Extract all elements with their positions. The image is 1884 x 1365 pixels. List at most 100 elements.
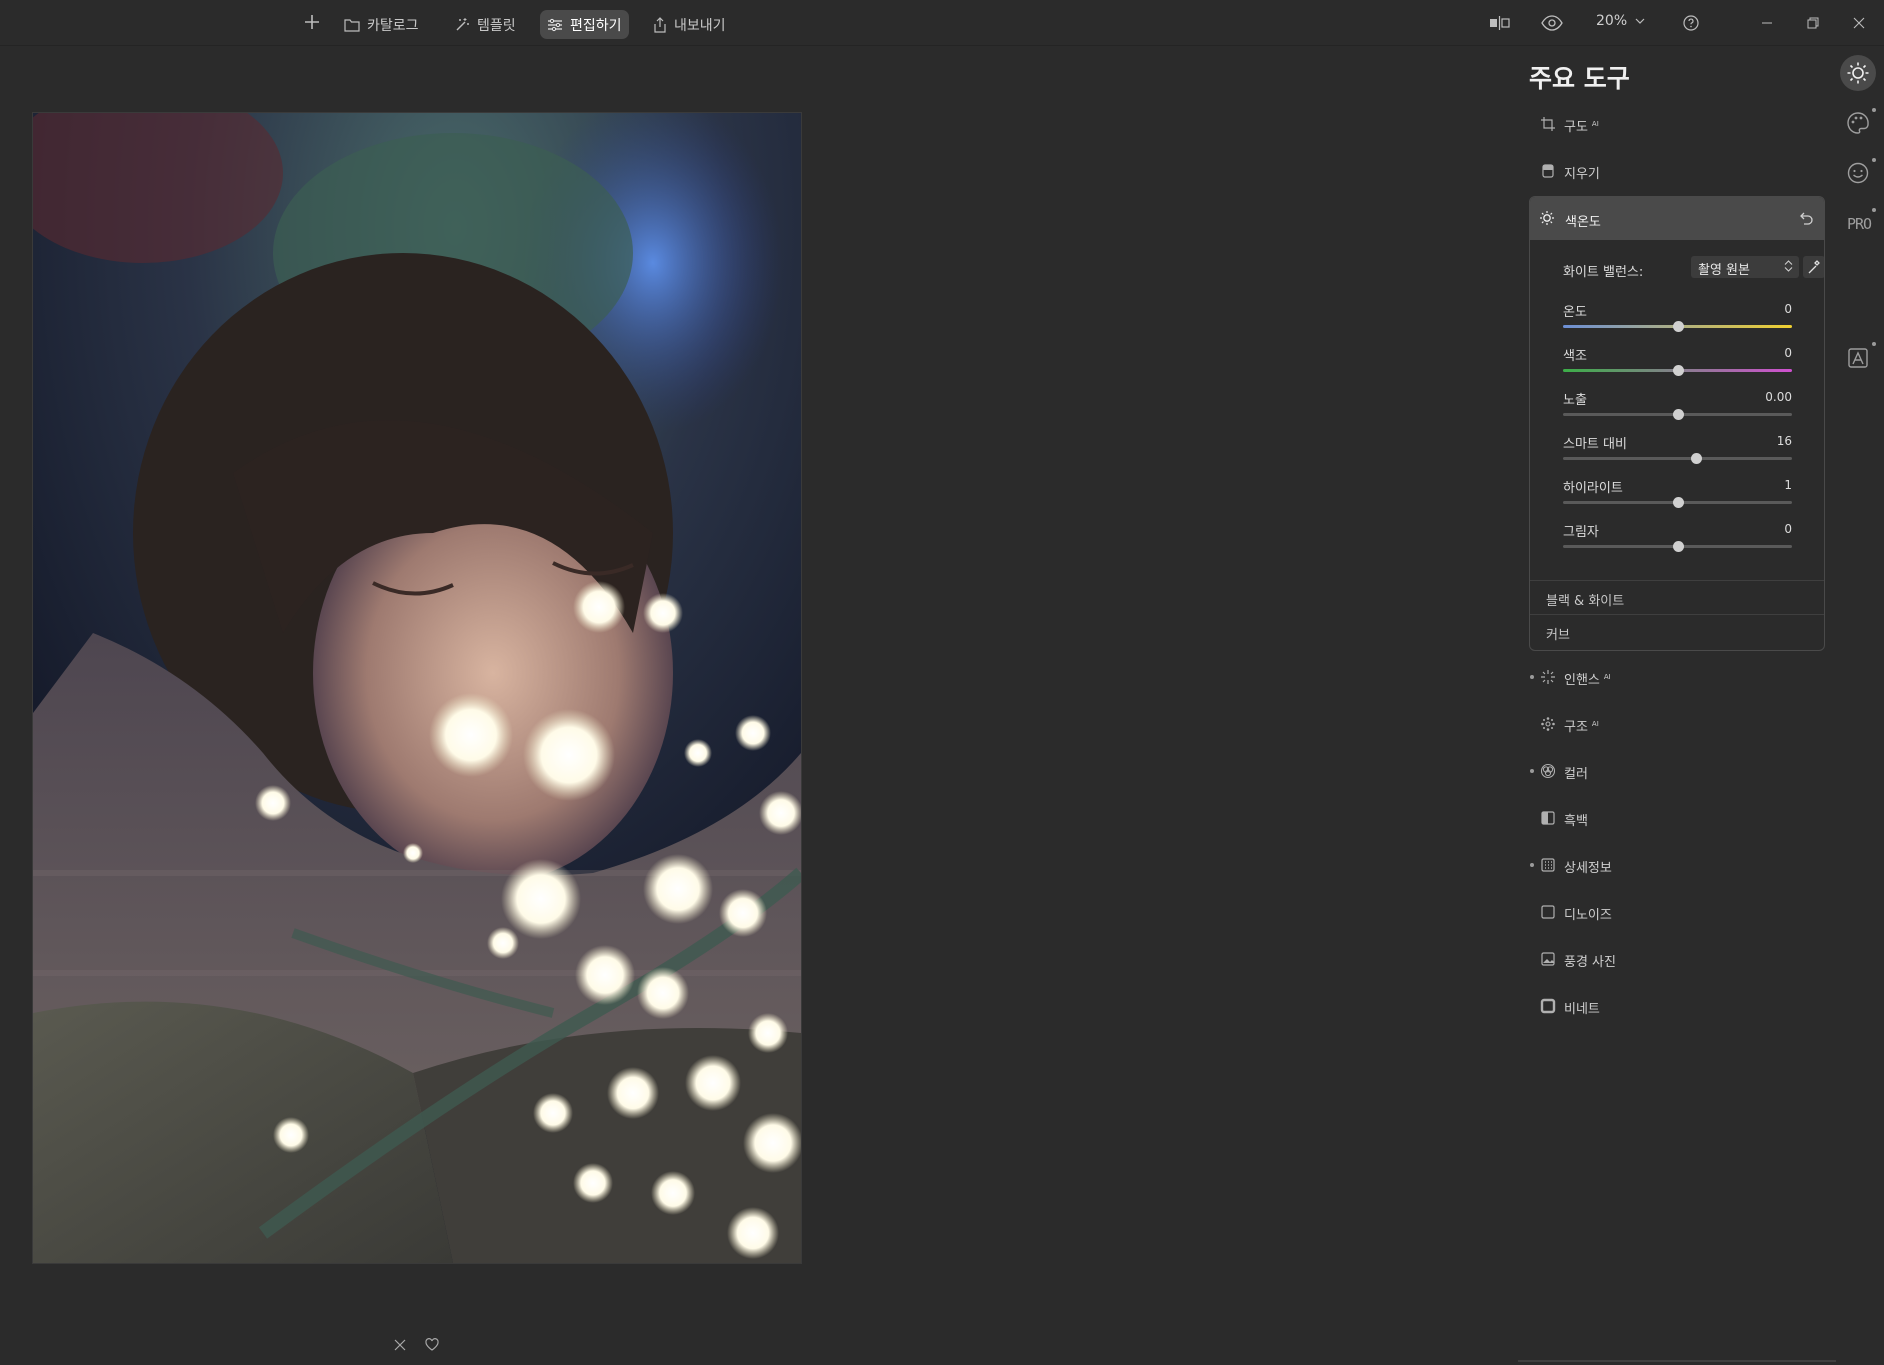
preview-eye-icon[interactable] — [1541, 13, 1563, 33]
photo-canvas[interactable] — [33, 113, 801, 1263]
tool-landscape-label: 풍경 사진 — [1564, 955, 1616, 970]
tool-crop-label: 구도 — [1564, 120, 1588, 135]
slider-label: 온도 — [1563, 305, 1587, 320]
white-balance-header[interactable]: 색온도 — [1530, 197, 1824, 240]
rail-badge-dot — [1872, 108, 1876, 112]
favorite-heart-icon[interactable] — [424, 1337, 440, 1353]
reject-x-icon[interactable] — [392, 1337, 408, 1353]
denoise-icon — [1541, 905, 1555, 919]
sliders-icon — [548, 18, 562, 31]
ai-badge: AI — [1603, 672, 1611, 681]
rail-essentials-button[interactable] — [1840, 55, 1876, 91]
rail-portrait-button[interactable] — [1840, 155, 1876, 191]
subsection-curve[interactable]: 커브 — [1530, 614, 1824, 648]
tool-structure[interactable]: 구조 AI — [1528, 706, 1824, 742]
sun-icon — [1540, 211, 1554, 225]
add-icon[interactable] — [302, 12, 322, 32]
panel-title: 주요 도구 — [1529, 64, 1630, 93]
zoom-dropdown[interactable]: 20% — [1596, 13, 1645, 29]
photo-image — [33, 113, 801, 1263]
slider-knob[interactable] — [1672, 541, 1684, 552]
tool-enhance-label: 인핸스 — [1564, 673, 1600, 688]
edit-label: 편집하기 — [570, 17, 622, 34]
slider-value: 0.00 — [1765, 390, 1792, 404]
export-button[interactable]: 내보내기 — [646, 10, 733, 39]
app-window: 카탈로그 템플릿 편집하기 내보내기 20% 주요 도구 구도 AI 지우기 색… — [0, 0, 1884, 1365]
slider-smart-contrast[interactable]: 스마트 대비 16 — [1563, 433, 1792, 464]
templates-button[interactable]: 템플릿 — [447, 10, 523, 39]
magic-wand-icon — [456, 17, 469, 30]
minimize-icon[interactable] — [1757, 13, 1777, 33]
rail-professional-button[interactable] — [1840, 340, 1876, 376]
modified-dot — [1530, 675, 1534, 679]
slider-knob[interactable] — [1672, 497, 1684, 508]
slider-exposure[interactable]: 노출 0.00 — [1563, 389, 1792, 420]
eraser-icon — [1542, 164, 1554, 178]
zoom-value: 20% — [1596, 13, 1628, 29]
reset-undo-icon[interactable] — [1798, 210, 1814, 226]
slider-label: 그림자 — [1563, 525, 1599, 540]
slider-temperature[interactable]: 온도 0 — [1563, 301, 1792, 332]
rail-creative-button[interactable] — [1840, 105, 1876, 141]
white-balance-title: 색온도 — [1565, 215, 1601, 230]
tool-bw[interactable]: 흑백 — [1528, 800, 1824, 836]
white-balance-dropdown[interactable]: 촬영 원본 — [1691, 256, 1799, 278]
slider-shadows[interactable]: 그림자 0 — [1563, 521, 1792, 552]
smiley-face-icon — [1847, 162, 1869, 184]
eyedropper-icon — [1808, 260, 1820, 274]
top-toolbar: 카탈로그 템플릿 편집하기 내보내기 20% — [0, 0, 1884, 46]
color-circles-icon — [1540, 763, 1556, 779]
rail-pro-button[interactable]: PRO — [1847, 215, 1872, 233]
vignette-icon — [1540, 998, 1556, 1014]
slider-value: 16 — [1776, 434, 1792, 448]
tool-erase[interactable]: 지우기 — [1528, 153, 1824, 189]
slider-label: 스마트 대비 — [1563, 437, 1627, 452]
tool-bw-label: 흑백 — [1564, 814, 1588, 829]
tool-vignette-label: 비네트 — [1564, 1002, 1600, 1017]
black-white-icon — [1541, 811, 1555, 825]
tool-details[interactable]: 상세정보 — [1528, 847, 1824, 883]
catalog-button[interactable]: 카탈로그 — [337, 10, 426, 39]
slider-track[interactable] — [1563, 457, 1792, 460]
rail-badge-dot — [1872, 158, 1876, 162]
aperture-frame-icon — [1848, 348, 1868, 368]
slider-knob[interactable] — [1672, 365, 1684, 376]
white-balance-value: 촬영 원본 — [1698, 263, 1750, 278]
rail-badge-dot — [1872, 342, 1876, 346]
tool-enhance[interactable]: 인핸스 AI — [1528, 659, 1824, 695]
slider-knob[interactable] — [1672, 321, 1684, 332]
structure-icon — [1541, 717, 1555, 731]
photo-actions — [392, 1337, 440, 1353]
white-balance-label: 화이트 밸런스: — [1563, 265, 1644, 280]
compare-icon[interactable] — [1488, 13, 1512, 33]
sun-icon — [1847, 62, 1869, 84]
slider-knob[interactable] — [1672, 409, 1684, 420]
tool-vignette[interactable]: 비네트 — [1528, 988, 1824, 1024]
share-icon — [654, 16, 666, 33]
templates-label: 템플릿 — [477, 17, 516, 34]
sparkle-icon — [1541, 670, 1555, 684]
tool-denoise[interactable]: 디노이즈 — [1528, 894, 1824, 930]
panel-scrollbar[interactable] — [1518, 1360, 1836, 1362]
subsection-black-white-label: 블랙 & 화이트 — [1546, 594, 1625, 609]
modified-dot — [1530, 863, 1534, 867]
slider-value: 0 — [1784, 346, 1792, 360]
white-balance-section: 색온도 화이트 밸런스: 촬영 원본 온도 0 색조 0 노출 0.00 스마트 대비 16 하… — [1529, 196, 1825, 651]
tool-color-label: 컬러 — [1564, 767, 1588, 782]
edit-button[interactable]: 편집하기 — [540, 10, 629, 39]
restore-icon[interactable] — [1803, 13, 1823, 33]
help-icon[interactable] — [1681, 13, 1701, 33]
slider-value: 0 — [1784, 522, 1792, 536]
slider-highlights[interactable]: 하이라이트 1 — [1563, 477, 1792, 508]
palette-icon — [1847, 112, 1869, 134]
tool-crop[interactable]: 구도 AI — [1528, 106, 1824, 142]
slider-tint[interactable]: 색조 0 — [1563, 345, 1792, 376]
tool-landscape[interactable]: 풍경 사진 — [1528, 941, 1824, 977]
eyedropper-button[interactable] — [1803, 256, 1824, 278]
subsection-curve-label: 커브 — [1546, 628, 1570, 643]
catalog-label: 카탈로그 — [367, 17, 419, 34]
subsection-black-white[interactable]: 블랙 & 화이트 — [1530, 580, 1824, 614]
close-icon[interactable] — [1849, 13, 1869, 33]
slider-knob[interactable] — [1690, 453, 1702, 464]
tool-color[interactable]: 컬러 — [1528, 753, 1824, 789]
